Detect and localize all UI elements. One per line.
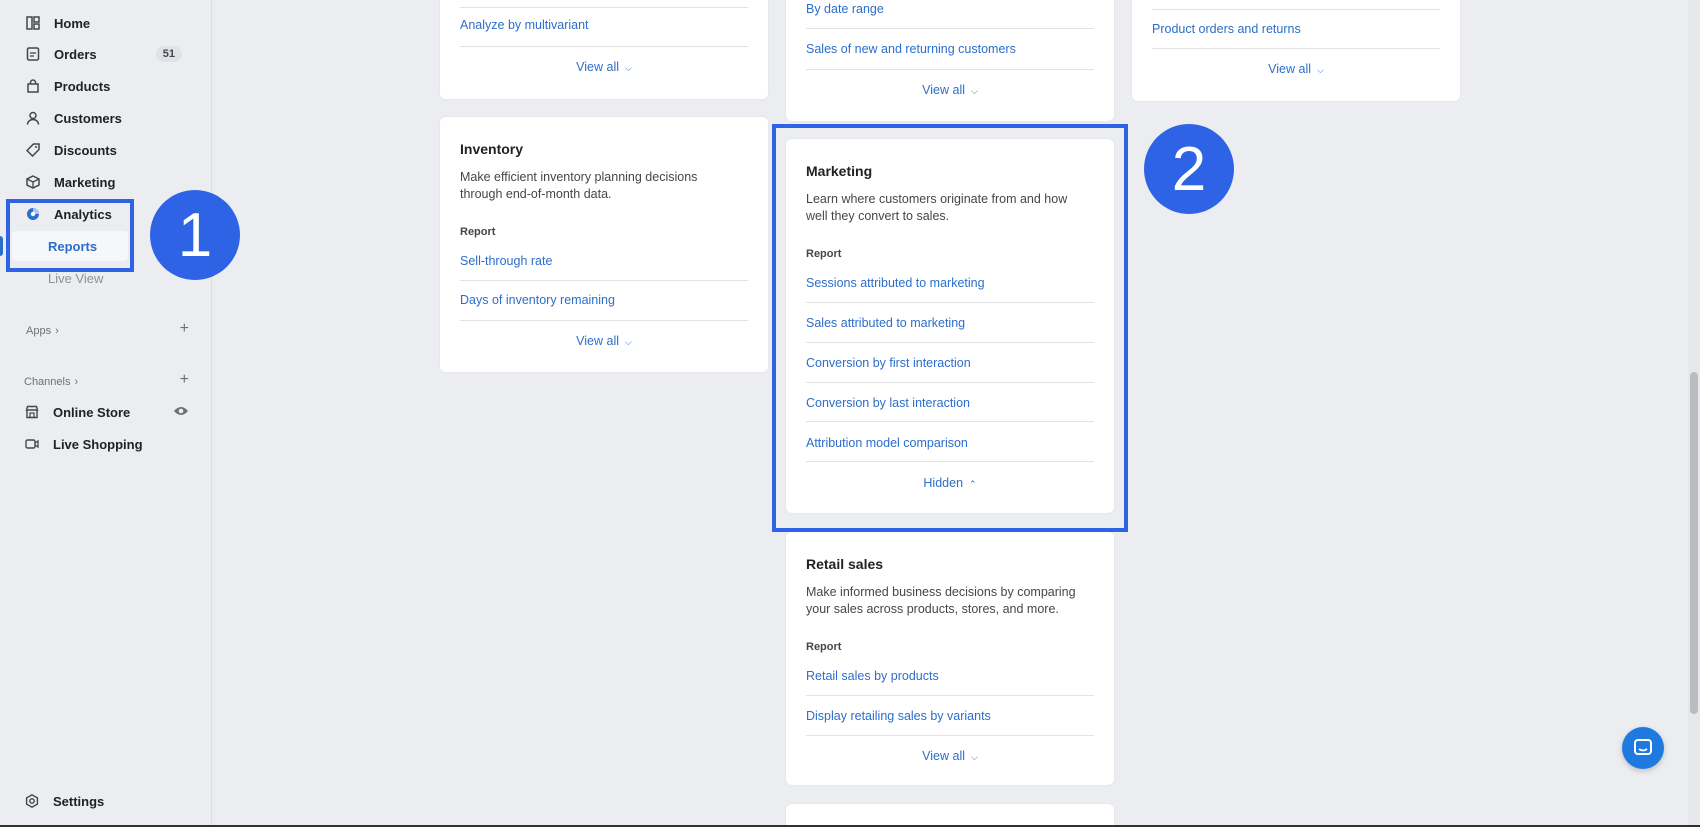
add-channel-plus-icon[interactable]: + xyxy=(180,371,189,389)
store-icon xyxy=(24,404,40,420)
gear-icon xyxy=(24,793,40,809)
view-all-button[interactable]: View all ⌵ xyxy=(440,60,768,74)
sidebar-item-orders[interactable]: Orders 51 xyxy=(16,39,200,69)
sidebar-item-label: Online Store xyxy=(53,404,131,420)
report-card-retail-sales: Retail sales Make informed business deci… xyxy=(786,532,1114,785)
sidebar-item-label: Live Shopping xyxy=(53,436,143,452)
chat-icon xyxy=(1634,739,1652,755)
card-description-line: Make efficient inventory planning decisi… xyxy=(460,170,698,184)
apps-section-label[interactable]: Apps › xyxy=(26,325,59,337)
view-all-button[interactable]: View all ⌵ xyxy=(440,334,768,348)
divider xyxy=(806,28,1094,29)
report-link[interactable]: Sell-through rate xyxy=(460,254,552,268)
card-description-line: your sales across products, stores, and … xyxy=(806,602,1059,616)
view-all-button[interactable]: View all ⌵ xyxy=(786,749,1114,763)
chat-button[interactable] xyxy=(1622,727,1664,769)
scrollbar-thumb[interactable] xyxy=(1690,372,1698,714)
sidebar-item-online-store[interactable]: Online Store xyxy=(15,397,199,427)
divider xyxy=(806,695,1094,696)
report-link[interactable]: Analyze by multivariant xyxy=(460,18,589,32)
divider xyxy=(1152,9,1440,10)
view-all-button[interactable]: View all ⌵ xyxy=(1132,62,1460,76)
report-link[interactable]: Sales of new and returning customers xyxy=(806,42,1016,56)
card-title: Retail sales xyxy=(806,556,884,572)
sidebar-item-marketing[interactable]: Marketing xyxy=(16,167,200,197)
chevron-down-icon: ⌵ xyxy=(625,337,632,347)
card-description-line: Make informed business decisions by comp… xyxy=(806,585,1076,599)
report-card-inventory: Inventory Make efficient inventory plann… xyxy=(440,117,768,372)
sidebar-item-label: Settings xyxy=(53,793,105,809)
sidebar-item-settings[interactable]: Settings xyxy=(15,786,199,816)
report-card-top-right: Product orders and returns View all ⌵ xyxy=(1132,0,1460,101)
video-icon xyxy=(24,436,40,452)
sidebar-item-discounts[interactable]: Discounts xyxy=(16,135,200,165)
view-all-label: View all xyxy=(922,83,966,97)
divider xyxy=(1152,48,1440,49)
report-link[interactable]: By date range xyxy=(806,2,884,16)
eye-icon[interactable] xyxy=(173,405,189,420)
highlight-box-analytics xyxy=(6,199,134,272)
chevron-down-icon: ⌵ xyxy=(971,86,978,96)
report-label: Report xyxy=(460,226,496,238)
card-description-line: through end-of-month data. xyxy=(460,187,612,201)
sidebar-item-label: Home xyxy=(54,15,91,31)
discounts-icon xyxy=(25,142,41,158)
divider xyxy=(806,735,1094,736)
chevron-down-icon: ⌵ xyxy=(971,752,978,762)
report-link[interactable]: Days of inventory remaining xyxy=(460,293,615,307)
chevron-down-icon: ⌵ xyxy=(625,63,632,73)
view-all-label: View all xyxy=(1268,62,1312,76)
orders-count-badge: 51 xyxy=(155,46,182,62)
customers-icon xyxy=(25,110,41,126)
report-label: Report xyxy=(806,641,842,653)
highlight-box-marketing xyxy=(772,124,1128,532)
step-marker-1: 1 xyxy=(150,190,240,280)
active-indicator xyxy=(0,236,3,256)
sidebar-item-label: Customers xyxy=(54,110,122,126)
marketing-icon xyxy=(25,174,41,190)
report-link[interactable]: Retail sales by products xyxy=(806,669,939,683)
divider xyxy=(460,7,748,8)
sidebar-item-label: Products xyxy=(54,78,111,94)
sidebar-item-customers[interactable]: Customers xyxy=(16,103,200,133)
step-marker-2: 2 xyxy=(1144,124,1234,214)
divider xyxy=(460,46,748,47)
divider xyxy=(460,320,748,321)
sidebar-item-live-shopping[interactable]: Live Shopping xyxy=(15,429,199,459)
sidebar-item-label: Marketing xyxy=(54,174,116,190)
chevron-right-icon: › xyxy=(55,325,59,337)
divider xyxy=(806,69,1094,70)
view-all-label: View all xyxy=(576,334,620,348)
view-all-button[interactable]: View all ⌵ xyxy=(786,83,1114,97)
chevron-right-icon: › xyxy=(74,376,79,388)
sidebar-item-label: Discounts xyxy=(54,142,117,158)
add-app-plus-icon[interactable]: + xyxy=(180,320,189,338)
card-title: Inventory xyxy=(460,141,524,157)
orders-icon xyxy=(25,46,41,62)
sidebar-item-products[interactable]: Products xyxy=(16,71,200,101)
report-card-top-left: Analyze by multivariant View all ⌵ xyxy=(440,0,768,99)
products-icon xyxy=(25,78,41,94)
sidebar-item-home[interactable]: Home xyxy=(16,8,200,38)
report-link[interactable]: Product orders and returns xyxy=(1152,22,1301,36)
divider xyxy=(460,280,748,281)
home-icon xyxy=(25,15,41,31)
sidebar-item-label: Orders xyxy=(54,46,97,62)
report-link[interactable]: Display retailing sales by variants xyxy=(806,709,991,723)
sidebar: Home Orders 51 Products Customers Discou… xyxy=(0,0,212,827)
view-all-label: View all xyxy=(922,749,966,763)
report-card-bottom xyxy=(786,804,1114,827)
chevron-down-icon: ⌵ xyxy=(1317,65,1324,75)
channels-section-label[interactable]: Channels › xyxy=(24,376,78,388)
report-card-top-middle: By date range Sales of new and returning… xyxy=(786,0,1114,121)
view-all-label: View all xyxy=(576,60,620,74)
sidebar-subitem-live-view[interactable]: Live View xyxy=(48,271,103,286)
